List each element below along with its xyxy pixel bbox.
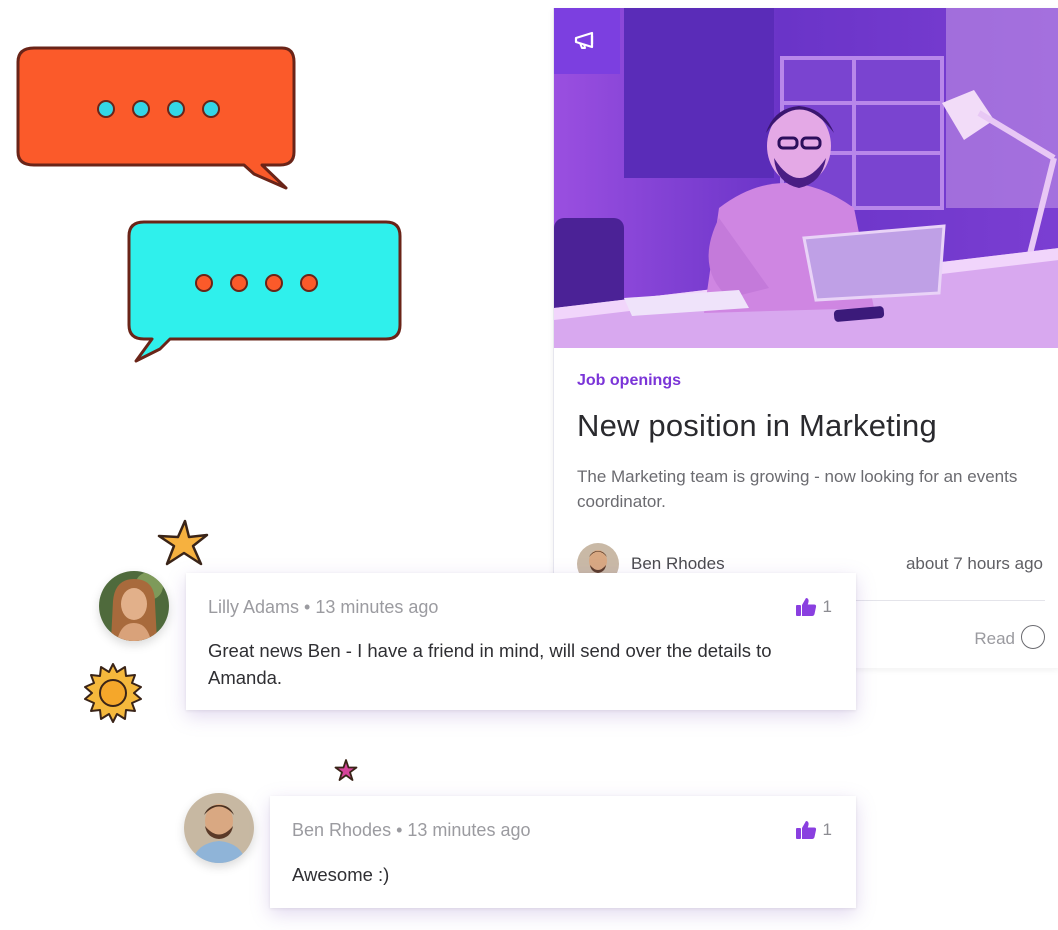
post-author-name[interactable]: Ben Rhodes [631, 554, 725, 574]
like-button[interactable]: 1 [795, 597, 832, 617]
sun-icon [84, 663, 142, 723]
like-count: 1 [822, 820, 832, 839]
post-summary: The Marketing team is growing - now look… [577, 467, 1018, 511]
news-post-card[interactable]: Job openings New position in Marketing T… [553, 8, 1058, 668]
comment-text: Great news Ben - I have a friend in mind… [208, 640, 772, 688]
like-button[interactable]: 1 [795, 820, 832, 840]
small-star-icon [334, 759, 358, 781]
comment-timestamp: 13 minutes ago [407, 820, 531, 840]
comment-text: Awesome :) [292, 864, 390, 885]
star-icon [157, 519, 209, 566]
circle-check-icon[interactable] [1021, 625, 1045, 649]
read-label: Read [974, 629, 1015, 648]
comment-card[interactable]: Lilly Adams • 13 minutes ago Great news … [186, 573, 856, 710]
comment-meta: Lilly Adams • 13 minutes ago [208, 597, 438, 618]
cyan-chat-bubble-illustration [127, 220, 402, 363]
commenter-avatar[interactable] [184, 793, 254, 863]
comment-timestamp: 13 minutes ago [315, 597, 439, 617]
thumbs-up-icon [795, 821, 816, 839]
comment-meta: Ben Rhodes • 13 minutes ago [292, 820, 530, 841]
megaphone-icon [574, 31, 594, 49]
comment-author[interactable]: Ben Rhodes [292, 820, 391, 840]
comment-card[interactable]: Ben Rhodes • 13 minutes ago Awesome :) 1 [270, 796, 856, 908]
thumbs-up-icon [795, 598, 816, 616]
orange-chat-bubble-illustration [16, 46, 296, 190]
post-title[interactable]: New position in Marketing [577, 408, 937, 444]
meta-separator: • [299, 597, 316, 617]
post-category[interactable]: Job openings [577, 372, 681, 390]
announcement-badge [554, 8, 620, 74]
post-hero-image [554, 8, 1058, 348]
post-timestamp: about 7 hours ago [905, 554, 1043, 573]
like-count: 1 [822, 597, 832, 616]
commenter-avatar[interactable] [99, 571, 169, 641]
comment-author[interactable]: Lilly Adams [208, 597, 299, 617]
meta-separator: • [391, 820, 408, 840]
